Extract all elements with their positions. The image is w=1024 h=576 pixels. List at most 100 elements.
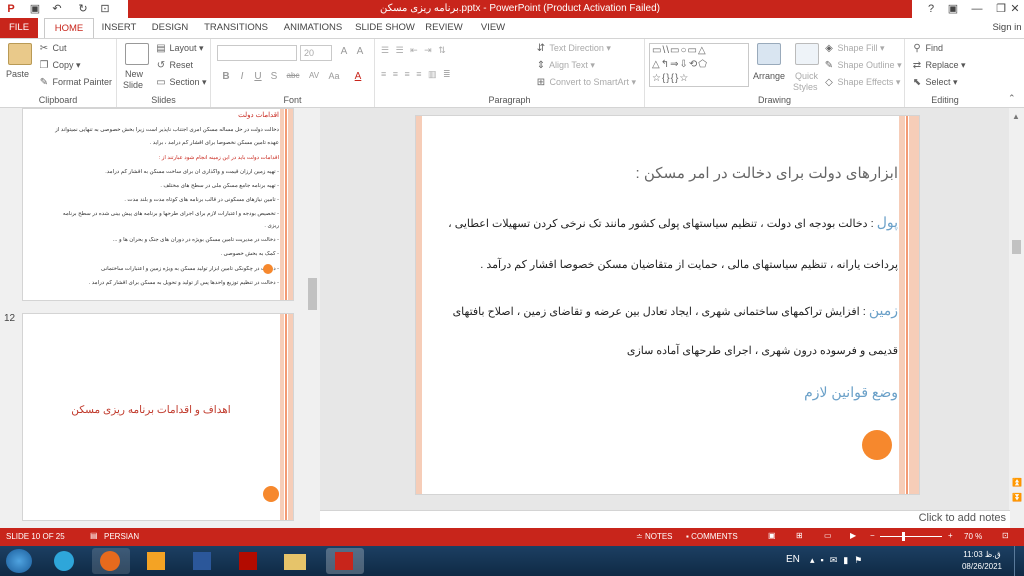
strikethrough-button[interactable]: abc xyxy=(283,71,303,80)
show-desktop-button[interactable] xyxy=(1014,546,1024,576)
paste-icon[interactable] xyxy=(8,43,32,65)
close-button[interactable]: ✕ xyxy=(1000,0,1024,18)
align-text-button[interactable]: ⇕ Align Text ▾ xyxy=(535,60,595,71)
paste-button[interactable]: Paste xyxy=(6,69,29,79)
arrange-icon[interactable] xyxy=(757,43,781,65)
grow-font-icon[interactable]: A xyxy=(337,46,351,57)
shape-fill-button[interactable]: ◈ Shape Fill ▾ xyxy=(823,43,884,54)
collapse-ribbon-icon[interactable]: ⌃ xyxy=(1008,93,1016,104)
laws-label[interactable]: وضع قوانین لازم xyxy=(426,384,898,401)
find-button[interactable]: ⚲ Find xyxy=(911,43,943,54)
notes-toggle[interactable]: ≐ NOTES xyxy=(636,532,673,541)
sign-in-link[interactable]: Sign in xyxy=(990,18,1024,38)
notes-placeholder[interactable]: Click to add notes xyxy=(919,512,1006,524)
italic-button[interactable]: I xyxy=(235,71,249,82)
tab-design[interactable]: DESIGN xyxy=(147,18,193,38)
new-slide-button-line2[interactable]: Slide xyxy=(123,80,143,90)
list-buttons[interactable]: ☰ ☰ ⇤ ⇥ ⇅ xyxy=(381,45,448,56)
shrink-font-icon[interactable]: A xyxy=(353,46,367,57)
font-size-combo[interactable]: 20 xyxy=(300,45,332,61)
start-button-icon[interactable] xyxy=(6,549,32,573)
slideshow-from-start-icon[interactable]: ⊡ xyxy=(98,2,112,16)
tab-transitions[interactable]: TRANSITIONS xyxy=(201,18,271,38)
tab-view[interactable]: VIEW xyxy=(476,18,510,38)
land-paragraph[interactable]: زمین : افزایش تراکمهای ساختمانی شهری ، ا… xyxy=(426,302,898,319)
tray-icons[interactable]: ▴▪✉▮⚑ xyxy=(810,555,868,566)
zoom-out-icon[interactable]: − xyxy=(870,531,875,540)
tab-home[interactable]: HOME xyxy=(44,18,94,38)
tab-file[interactable]: FILE xyxy=(0,18,38,38)
media-player-icon[interactable] xyxy=(138,548,176,574)
comments-toggle[interactable]: ▪ COMMENTS xyxy=(686,532,738,541)
arrange-button[interactable]: Arrange xyxy=(753,71,785,81)
proofing-icon[interactable]: ▤ xyxy=(90,531,98,540)
layout-button[interactable]: ▤ Layout ▾ xyxy=(155,43,203,54)
clock-date[interactable]: 08/26/2021 xyxy=(958,562,1006,571)
money-text-line2[interactable]: پرداخت یارانه ، تنظیم سیاستهای مالی ، حم… xyxy=(426,258,898,271)
language-indicator[interactable]: PERSIAN xyxy=(104,532,139,541)
font-color-button[interactable]: A xyxy=(351,71,365,82)
slide-sorter-icon[interactable]: ⊞ xyxy=(796,531,803,540)
zoom-slider[interactable] xyxy=(880,536,942,537)
cut-button[interactable]: ✂ Cut xyxy=(38,43,67,54)
quick-styles-button[interactable]: Quick xyxy=(795,71,818,81)
shadow-button[interactable]: S xyxy=(267,71,281,82)
align-buttons[interactable]: ≡ ≡ ≡ ≡ ▥ ≣ xyxy=(381,69,453,80)
slide-heading[interactable]: ابزارهای دولت برای دخالت در امر مسکن : xyxy=(426,164,898,182)
telegram-icon[interactable] xyxy=(46,548,84,574)
font-name-combo[interactable] xyxy=(217,45,297,61)
zoom-slider-thumb[interactable] xyxy=(901,532,905,541)
tab-slide-show[interactable]: SLIDE SHOW xyxy=(355,18,415,38)
replace-button[interactable]: ⇄ Replace ▾ xyxy=(911,60,966,71)
thumbnail-slide-12[interactable]: اهداف و اقدامات برنامه ریزی مسکن xyxy=(22,313,294,521)
zoom-in-icon[interactable]: + xyxy=(948,531,953,540)
next-slide-icon[interactable]: ⏬ xyxy=(1012,493,1022,502)
underline-button[interactable]: U xyxy=(251,71,265,82)
slideshow-view-icon[interactable]: ▶ xyxy=(850,531,856,540)
previous-slide-icon[interactable]: ⏫ xyxy=(1012,478,1022,487)
quick-styles-button-line2[interactable]: Styles xyxy=(793,82,818,92)
tab-animations[interactable]: ANIMATIONS xyxy=(279,18,347,38)
powerpoint-taskbar-icon[interactable] xyxy=(326,548,364,574)
shapes-gallery[interactable]: ▭\\▭○▭△ △↰⇒⇩⟲⬠ ☆{}{}☆ xyxy=(649,43,749,87)
acrobat-icon[interactable] xyxy=(230,548,268,574)
thumbnail-slide-11[interactable]: اقدامات دولت دخالت دولت در حل مسأله مسکن… xyxy=(22,108,294,301)
bold-button[interactable]: B xyxy=(219,71,233,82)
land-text-line2[interactable]: قدیمی و فرسوده درون شهری ، اجرای طرحهای … xyxy=(426,344,898,357)
change-case-button[interactable]: Aa xyxy=(325,71,343,81)
scroll-up-icon[interactable]: ▲ xyxy=(1012,112,1020,121)
reading-view-icon[interactable]: ▭ xyxy=(824,531,832,540)
redo-icon[interactable]: ↻ xyxy=(76,2,90,16)
section-button[interactable]: ▭ Section ▾ xyxy=(155,77,206,88)
input-language[interactable]: EN xyxy=(786,554,800,565)
zoom-level[interactable]: 70 % xyxy=(964,532,982,541)
reset-button[interactable]: ↺ Reset xyxy=(155,60,193,71)
slide-scrollbar[interactable]: ▲ ⏫ ⏬ xyxy=(1009,108,1024,528)
shape-effects-button[interactable]: ◇ Shape Effects ▾ xyxy=(823,77,900,88)
fit-slide-icon[interactable]: ⊡ xyxy=(1002,531,1009,540)
tab-review[interactable]: REVIEW xyxy=(424,18,464,38)
format-painter-button[interactable]: ✎ Format Painter xyxy=(38,77,112,88)
save-icon[interactable]: ▣ xyxy=(28,2,42,16)
text-direction-button[interactable]: ⇵ Text Direction ▾ xyxy=(535,43,611,54)
word-icon[interactable] xyxy=(184,548,222,574)
scroll-thumb[interactable] xyxy=(1012,240,1021,254)
money-paragraph[interactable]: پول : دخالت بودجه ای دولت ، تنظیم سیاسته… xyxy=(426,214,898,231)
scroll-thumb[interactable] xyxy=(308,278,317,310)
new-slide-icon[interactable] xyxy=(125,43,149,65)
firefox-icon[interactable] xyxy=(92,548,130,574)
undo-icon[interactable]: ↶ xyxy=(50,2,64,16)
normal-view-icon[interactable]: ▣ xyxy=(768,531,776,540)
new-slide-button[interactable]: New xyxy=(125,69,143,79)
convert-smartart-button[interactable]: ⊞ Convert to SmartArt ▾ xyxy=(535,77,636,88)
shape-outline-button[interactable]: ✎ Shape Outline ▾ xyxy=(823,60,902,71)
tab-insert[interactable]: INSERT xyxy=(97,18,141,38)
thumbnail-scrollbar[interactable] xyxy=(305,108,320,528)
current-slide[interactable]: ابزارهای دولت برای دخالت در امر مسکن : پ… xyxy=(415,115,920,495)
quick-styles-icon[interactable] xyxy=(795,43,819,65)
file-explorer-icon[interactable] xyxy=(276,548,314,574)
select-button[interactable]: ⬉ Select ▾ xyxy=(911,77,958,88)
clock-time[interactable]: 11:03 ق.ظ xyxy=(958,550,1006,559)
notes-pane[interactable]: Click to add notes xyxy=(320,510,1010,528)
copy-button[interactable]: ❐ Copy ▾ xyxy=(38,60,81,71)
